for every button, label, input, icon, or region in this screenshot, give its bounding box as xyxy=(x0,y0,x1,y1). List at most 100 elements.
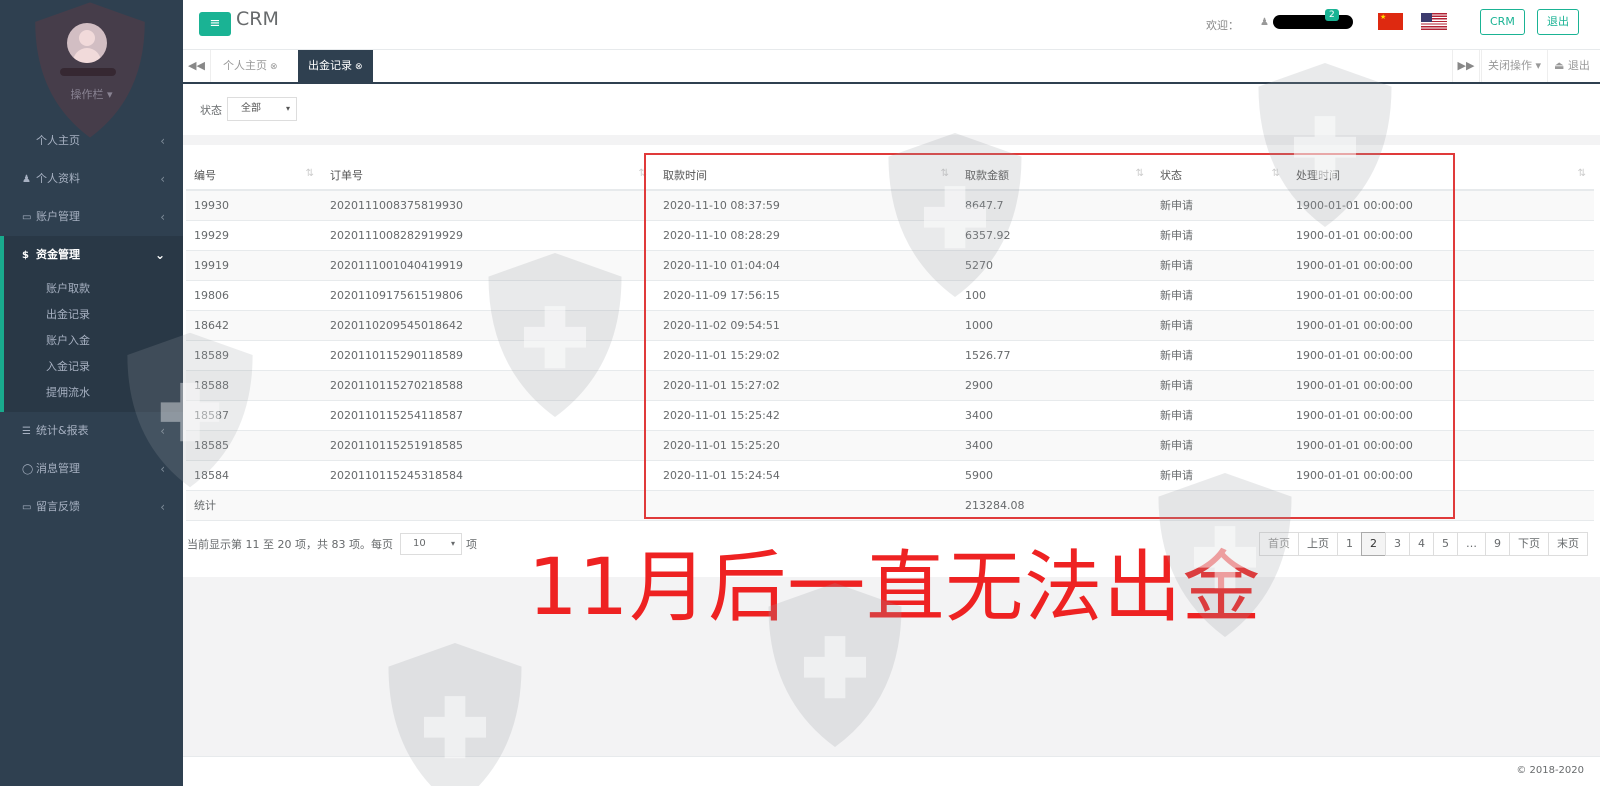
column-header-id[interactable]: 编号 ⇅ xyxy=(186,160,322,191)
chevron-left-icon: ‹ xyxy=(160,172,165,186)
sidebar-item-feedback[interactable]: ▭ 留言反馈 ‹ xyxy=(0,488,183,526)
pagination-suffix: 项 xyxy=(466,538,477,551)
sidebar-item-label: 个人主页 xyxy=(36,134,80,147)
china-flag-icon[interactable]: ★ xyxy=(1378,13,1403,30)
page-size-select[interactable]: 10 ▾ xyxy=(400,533,462,555)
sidebar-item-account[interactable]: ▭ 账户管理 ‹ xyxy=(0,198,183,236)
column-header-withdraw-time[interactable]: 取款时间 ⇅ xyxy=(655,160,957,191)
close-operations-dropdown[interactable]: 关闭操作 ▾ xyxy=(1481,50,1547,82)
sidebar: 操作栏 ▾ 个人主页 ‹ ♟ 个人资料 ‹ ▭ 账户管理 ‹ $ 资金管理 ⌄ 账户取… xyxy=(0,0,183,786)
table-row[interactable]: 18642 2020110209545018642 2020-11-02 09:54… xyxy=(186,310,1594,341)
table-row[interactable]: 18584 2020110115245318584 2020-11-01 15:24… xyxy=(186,460,1594,491)
tab-home[interactable]: 个人主页 ⊗ xyxy=(213,50,288,82)
ops-menu-toggle[interactable]: 操作栏 ▾ xyxy=(0,86,183,102)
column-header-status[interactable]: 状态 ⇅ xyxy=(1152,160,1288,191)
user-icon: ♟ xyxy=(22,174,31,185)
table-row[interactable]: 18588 2020110115270218588 2020-11-01 15:27… xyxy=(186,370,1594,401)
sidebar-item-home[interactable]: 个人主页 ‹ xyxy=(0,122,183,160)
subnav-commission[interactable]: 提佣流水 xyxy=(4,380,183,406)
page-button-5[interactable]: 5 xyxy=(1433,532,1458,556)
subnav-deposit-records[interactable]: 入金记录 xyxy=(4,354,183,380)
page-next-button[interactable]: 下页 xyxy=(1509,532,1549,556)
tab-withdraw-records[interactable]: 出金记录 ⊗ xyxy=(298,50,373,82)
dollar-icon: $ xyxy=(22,250,29,261)
table-row[interactable]: 19930 2020111008375819930 2020-11-10 08:37… xyxy=(186,190,1594,221)
welcome-label: 欢迎： xyxy=(1206,19,1239,32)
page-button-9[interactable]: 9 xyxy=(1485,532,1510,556)
chevron-left-icon: ‹ xyxy=(160,134,165,148)
tab-bar: ◀◀ 个人主页 ⊗ 出金记录 ⊗ ▶▶ 关闭操作 ▾ ⏏ 退出 xyxy=(183,50,1600,84)
page-last-button[interactable]: 末页 xyxy=(1548,532,1588,556)
summary-total: 213284.08 xyxy=(957,490,1152,521)
summary-label: 统计 xyxy=(186,490,322,521)
chevron-left-icon: ‹ xyxy=(160,210,165,224)
keyboard-icon: ▭ xyxy=(22,502,32,513)
column-header-amount[interactable]: 取款金额 ⇅ xyxy=(957,160,1152,191)
page-button-4[interactable]: 4 xyxy=(1409,532,1434,556)
table-header-row: 编号 ⇅ 订单号 ⇅ 取款时间 ⇅ 取款金额 ⇅ 状态 ⇅ 处理时间 ⇅ xyxy=(186,160,1594,191)
sidebar-item-funds[interactable]: $ 资金管理 ⌄ xyxy=(0,236,183,274)
page-prev-button[interactable]: 上页 xyxy=(1298,532,1338,556)
dropdown-arrow-icon: ▾ xyxy=(285,104,290,113)
sidebar-item-profile[interactable]: ♟ 个人资料 ‹ xyxy=(0,160,183,198)
sidebar-item-label: 资金管理 xyxy=(36,248,80,261)
pagination: 首页 上页 1 2 3 4 5 … 9 下页 末页 xyxy=(1259,532,1588,556)
card-icon: ▭ xyxy=(22,212,32,223)
close-icon[interactable]: ⊗ xyxy=(355,62,363,72)
table-row[interactable]: 18587 2020110115254118587 2020-11-01 15:25… xyxy=(186,400,1594,431)
us-flag-icon[interactable] xyxy=(1421,13,1447,30)
column-header-process-time[interactable]: 处理时间 ⇅ xyxy=(1288,160,1594,191)
table-row[interactable]: 19919 2020111001040419919 2020-11-10 01:04… xyxy=(186,250,1594,281)
table-row[interactable]: 18589 2020110115290118589 2020-11-01 15:29… xyxy=(186,340,1594,371)
user-icon: ♟ xyxy=(1260,17,1269,28)
sidebar-item-reports[interactable]: ☰ 统计&报表 ‹ xyxy=(0,412,183,450)
sort-icon: ⇅ xyxy=(940,168,949,179)
tab-scroll-left-icon[interactable]: ◀◀ xyxy=(183,50,211,82)
sidebar-item-label: 消息管理 xyxy=(36,462,80,475)
page-button-2[interactable]: 2 xyxy=(1361,532,1386,556)
page-button-1[interactable]: 1 xyxy=(1337,532,1362,556)
filter-panel: 状态 全部 ▾ xyxy=(183,84,1600,135)
tab-label: 出金记录 xyxy=(308,59,352,72)
status-filter-label: 状态 xyxy=(200,104,222,117)
sidebar-item-label: 账户管理 xyxy=(36,210,80,223)
subnav-withdraw-records[interactable]: 出金记录 xyxy=(4,302,183,328)
sort-icon: ⇅ xyxy=(1577,168,1586,179)
column-header-order-no[interactable]: 订单号 ⇅ xyxy=(322,160,655,191)
chevron-left-icon: ‹ xyxy=(160,462,165,476)
sort-icon: ⇅ xyxy=(638,168,647,179)
tab-logout-button[interactable]: ⏏ 退出 xyxy=(1547,50,1596,82)
sidebar-item-label: 个人资料 xyxy=(36,172,80,185)
sort-icon: ⇅ xyxy=(1271,168,1280,179)
chat-icon: ◯ xyxy=(22,464,34,475)
sort-icon: ⇅ xyxy=(305,168,314,179)
summary-row: 统计 213284.08 xyxy=(186,490,1594,521)
redacted-username xyxy=(60,68,116,76)
sidebar-item-label: 留言反馈 xyxy=(36,500,80,513)
crm-button[interactable]: CRM xyxy=(1480,9,1525,35)
copyright: © 2018-2020 xyxy=(1516,765,1584,776)
status-filter-select[interactable]: 全部 ▾ xyxy=(227,97,297,121)
notification-badge[interactable]: 2 xyxy=(1325,9,1339,21)
page-button-3[interactable]: 3 xyxy=(1385,532,1410,556)
list-icon: ☰ xyxy=(22,426,31,437)
profile-area: 操作栏 ▾ xyxy=(0,0,183,122)
withdrawal-table: 编号 ⇅ 订单号 ⇅ 取款时间 ⇅ 取款金额 ⇅ 状态 ⇅ 处理时间 ⇅ 19930 2020… xyxy=(186,160,1594,521)
sidebar-item-messages[interactable]: ◯ 消息管理 ‹ xyxy=(0,450,183,488)
table-row[interactable]: 19929 2020111008282919929 2020-11-10 08:28… xyxy=(186,220,1594,251)
logout-button[interactable]: 退出 xyxy=(1537,9,1579,35)
tab-label: 个人主页 xyxy=(223,59,267,72)
subnav-deposit[interactable]: 账户入金 xyxy=(4,328,183,354)
close-icon[interactable]: ⊗ xyxy=(270,62,278,72)
redacted-username[interactable] xyxy=(1273,15,1353,29)
table-row[interactable]: 18585 2020110115251918585 2020-11-01 15:25… xyxy=(186,430,1594,461)
page-first-button[interactable]: 首页 xyxy=(1259,532,1299,556)
chevron-left-icon: ‹ xyxy=(160,500,165,514)
menu-toggle-button[interactable]: ≡ xyxy=(199,12,231,36)
tab-scroll-right-icon[interactable]: ▶▶ xyxy=(1452,50,1480,82)
table-row[interactable]: 19806 2020110917561519806 2020-11-09 17:56… xyxy=(186,280,1594,311)
footer: © 2018-2020 xyxy=(183,756,1600,786)
pagination-info: 当前显示第 11 至 20 项，共 83 项。每页 xyxy=(187,538,393,551)
avatar[interactable] xyxy=(67,23,107,63)
subnav-withdraw[interactable]: 账户取款 xyxy=(4,276,183,302)
